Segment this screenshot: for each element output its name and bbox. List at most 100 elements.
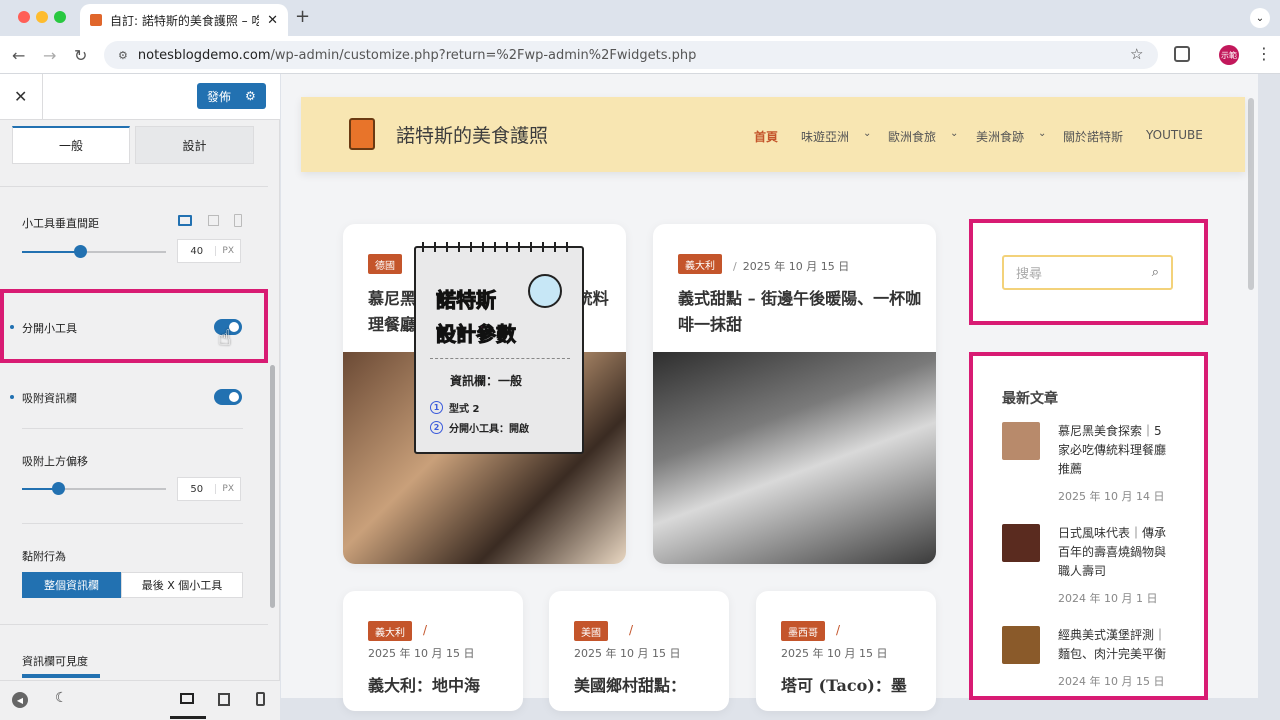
forward-icon[interactable]: → <box>43 46 56 65</box>
item-text: 分開小工具：開啟 <box>449 424 529 435</box>
header-divider <box>42 74 43 120</box>
tab-general[interactable]: 一般 <box>12 126 130 164</box>
category-tag[interactable]: 德國 <box>368 254 402 274</box>
browser-tab[interactable]: 自訂: 諾特斯的美食護照 – 吃遍 ✕ <box>80 4 288 36</box>
menu-item[interactable]: 關於諾特斯 <box>1063 128 1123 145</box>
overlay-item: 2 分開小工具：開啟 <box>430 420 529 435</box>
post-title[interactable]: 美國鄉村甜點： <box>574 673 686 699</box>
collapse-panel-icon[interactable]: ◀ <box>12 692 28 708</box>
preview-mobile-icon[interactable] <box>256 692 265 706</box>
post-title[interactable]: 塔可 (Taco)：墨 <box>781 673 907 699</box>
widget-spacing-slider[interactable] <box>22 245 166 258</box>
divider <box>0 624 268 625</box>
category-tag[interactable]: 墨西哥 <box>781 621 825 641</box>
category-tag[interactable]: 義大利 <box>678 254 722 274</box>
slider-knob[interactable] <box>73 245 87 258</box>
maximize-window-dot[interactable] <box>54 11 66 23</box>
option-last-widgets[interactable]: 最後 X 個小工具 <box>121 572 243 598</box>
post-card[interactable]: 美國 / 2025 年 10 月 15 日美國鄉村甜點： <box>549 591 729 711</box>
widget-spacing-input[interactable]: 40 PX <box>177 239 241 263</box>
profile-avatar[interactable]: 示範 <box>1219 45 1239 65</box>
divider <box>430 358 570 359</box>
search-input[interactable]: 搜尋 ⌕ <box>1002 255 1173 290</box>
menu-item[interactable]: 味遊亞洲 <box>801 128 849 145</box>
category-tag[interactable]: 美國 <box>574 621 608 641</box>
slider-knob[interactable] <box>52 482 65 495</box>
customizer-footer <box>0 680 280 720</box>
desktop-device-icon[interactable] <box>178 215 192 226</box>
changed-indicator <box>10 325 14 329</box>
publish-settings-gear-icon[interactable]: ⚙ <box>245 89 256 103</box>
preview-tablet-icon[interactable] <box>218 693 230 706</box>
separate-widgets-label: 分開小工具 <box>22 322 77 335</box>
design-params-card: 諾特斯 設計參數 資訊欄：一般 1 型式 2 2 分開小工具：開啟 <box>414 242 584 454</box>
food-photo[interactable] <box>653 352 936 564</box>
recent-post-date: 2024 年 10 月 15 日 <box>1058 675 1165 688</box>
menu-item[interactable]: 首頁 <box>754 128 778 145</box>
top-offset-slider[interactable] <box>22 482 166 495</box>
reload-icon[interactable]: ↻ <box>74 46 87 65</box>
chevron-down-icon[interactable]: ⌄ <box>1038 128 1046 139</box>
search-icon[interactable]: ⌕ <box>1152 265 1159 280</box>
sticky-sidebar-label: 吸附資訊欄 <box>22 392 77 405</box>
customizer-scrollbar[interactable] <box>270 365 275 608</box>
menu-item[interactable]: 美洲食跡 <box>976 128 1024 145</box>
back-icon[interactable]: ← <box>12 46 25 65</box>
post-thumbnail[interactable] <box>1002 524 1040 562</box>
meta-separator: / <box>423 623 428 637</box>
cursor-hand-icon: ☝ <box>218 326 232 351</box>
chevron-down-icon[interactable]: ⌄ <box>863 128 871 139</box>
tablet-device-icon[interactable] <box>208 215 219 226</box>
post-card[interactable]: 義大利 / 2025 年 10 月 15 日義大利：地中海 <box>343 591 523 711</box>
post-title[interactable]: 義大利：地中海 <box>368 673 480 699</box>
minimize-window-dot[interactable] <box>36 11 48 23</box>
extensions-icon[interactable] <box>1174 46 1190 62</box>
new-tab-icon[interactable]: + <box>295 6 310 27</box>
tab-search-icon[interactable]: ⌄ <box>1250 8 1270 28</box>
mobile-device-icon[interactable] <box>234 214 242 227</box>
close-window-dot[interactable] <box>18 11 30 23</box>
dark-mode-icon[interactable]: ☾ <box>55 690 68 706</box>
overlay-title-2: 設計參數 <box>436 322 517 347</box>
post-card[interactable]: 墨西哥 / 2025 年 10 月 15 日塔可 (Taco)：墨 <box>756 591 936 711</box>
chevron-down-icon[interactable]: ⌄ <box>950 128 958 139</box>
menu-item[interactable]: 歐洲食旅 <box>888 128 936 145</box>
preview-scrollbar[interactable] <box>1248 98 1254 290</box>
site-title[interactable]: 諾特斯的美食護照 <box>396 121 548 148</box>
url-field[interactable]: ⚙ notesblogdemo.com/wp-admin/customize.p… <box>104 41 1158 69</box>
publish-label: 發佈 <box>207 89 232 104</box>
post-title[interactable]: 義式甜點 – 街邊午後暖陽、一杯咖啡一抹甜 <box>678 286 923 338</box>
site-info-icon[interactable]: ⚙ <box>118 49 128 62</box>
browser-menu-icon[interactable]: ⋮ <box>1256 44 1272 63</box>
top-offset-input[interactable]: 50 PX <box>177 477 241 501</box>
url-host: notesblogdemo.com <box>137 47 271 63</box>
post-thumbnail[interactable] <box>1002 626 1040 664</box>
unit-label: PX <box>215 246 240 256</box>
bookmark-star-icon[interactable]: ☆ <box>1130 45 1143 63</box>
option-whole-sidebar[interactable]: 整個資訊欄 <box>22 572 121 598</box>
category-tag[interactable]: 義大利 <box>368 621 412 641</box>
recent-posts-title: 最新文章 <box>1002 391 1058 407</box>
recent-post-title[interactable]: 日式風味代表｜傳承百年的壽喜燒鍋物與職人壽司 <box>1058 524 1176 581</box>
publish-button[interactable]: 發佈 ⚙ <box>197 83 266 109</box>
recent-post-title[interactable]: 經典美式漢堡評測｜麵包、肉汁完美平衡 <box>1058 626 1176 664</box>
post-card[interactable]: 義大利 /2025 年 10 月 15 日 義式甜點 – 街邊午後暖陽、一杯咖啡… <box>653 224 936 564</box>
customizer-tabs: 一般 設計 <box>12 126 254 164</box>
close-tab-icon[interactable]: ✕ <box>267 13 278 28</box>
meta-separator: / <box>836 623 841 637</box>
tab-design[interactable]: 設計 <box>135 126 254 164</box>
recent-post-title[interactable]: 慕尼黑美食探索｜5 家必吃傳統料理餐廳推薦 <box>1058 422 1176 479</box>
passport-logo-icon[interactable] <box>349 118 375 150</box>
divider <box>22 523 243 524</box>
overlay-item: 1 型式 2 <box>430 400 479 415</box>
sticky-sidebar-toggle[interactable] <box>214 389 242 405</box>
url-path: /wp-admin/customize.php?return=%2Fwp-adm… <box>270 47 697 63</box>
post-thumbnail[interactable] <box>1002 422 1040 460</box>
close-customizer-icon[interactable]: ✕ <box>14 87 27 106</box>
spiral-binding <box>422 242 578 252</box>
menu-item[interactable]: YOUTUBE <box>1146 128 1203 142</box>
preview-desktop-icon[interactable] <box>180 693 194 704</box>
widget-spacing-value: 40 <box>190 245 204 257</box>
changed-indicator <box>10 395 14 399</box>
widget-spacing-label: 小工具垂直間距 <box>22 217 99 230</box>
